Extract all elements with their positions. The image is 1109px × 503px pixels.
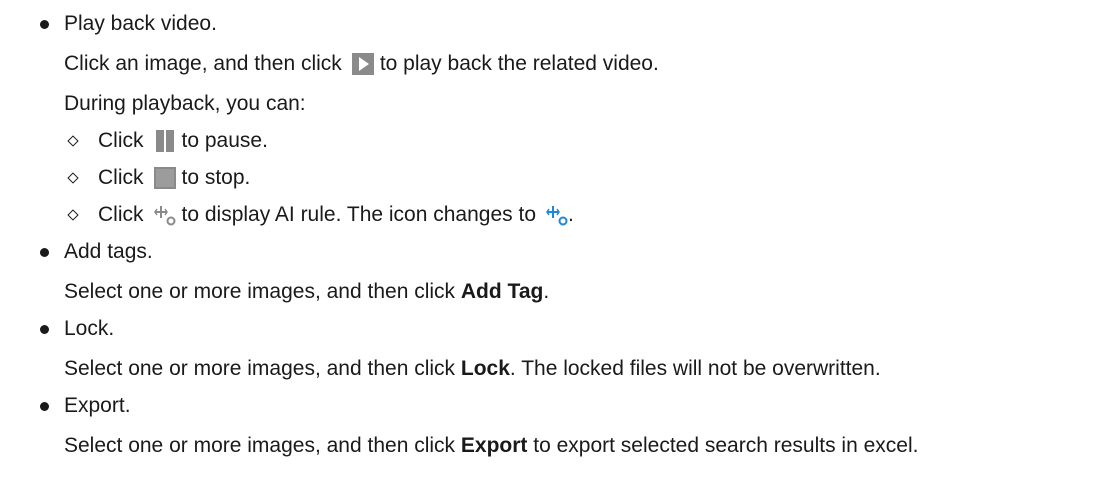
tags-bold: Add Tag <box>460 280 544 303</box>
diamond-bullet <box>67 135 79 147</box>
sub-item-stop: Click to stop. <box>98 163 250 193</box>
item-tags-title: Add tags. <box>64 237 153 267</box>
pause-icon <box>154 130 176 152</box>
item-lock-title: Lock. <box>64 314 114 344</box>
bullet <box>40 20 49 29</box>
play-desc-before: Click an image, and then click <box>64 52 342 75</box>
tags-title: Add tags. <box>64 240 153 263</box>
item-play-title: Play back video. <box>64 9 217 39</box>
sub-ai-end: . <box>568 203 574 226</box>
lock-desc-after: . The locked files will not be overwritt… <box>509 357 881 380</box>
document-page: Play back video. Click an image, and the… <box>0 0 1109 503</box>
item-play-during: During playback, you can: <box>64 89 306 119</box>
bullet <box>40 402 49 411</box>
sub-item-ai-rule: Click to display AI rule. The icon chang… <box>98 200 574 230</box>
sub-item-pause: Click to pause. <box>98 126 268 156</box>
item-play-desc: Click an image, and then click to play b… <box>64 49 659 79</box>
play-desc-after: to play back the related video. <box>379 52 659 75</box>
item-tags-desc: Select one or more images, and then clic… <box>64 277 549 307</box>
bullet <box>40 325 49 334</box>
ai-rule-active-icon <box>546 204 568 226</box>
export-desc-after: to export selected search results in exc… <box>533 434 919 457</box>
play-during: During playback, you can: <box>64 92 306 115</box>
lock-desc-before: Select one or more images, and then clic… <box>64 357 456 380</box>
sub-ai-post: to display AI rule. The icon changes to <box>181 203 537 226</box>
item-export-title: Export. <box>64 391 131 421</box>
item-export-desc: Select one or more images, and then clic… <box>64 431 918 461</box>
item-lock-desc: Select one or more images, and then clic… <box>64 354 881 384</box>
diamond-bullet <box>67 172 79 184</box>
sub-stop-post: to stop. <box>181 166 251 189</box>
export-title: Export. <box>64 394 131 417</box>
ai-rule-icon <box>153 204 176 226</box>
bullet <box>40 248 49 257</box>
stop-icon <box>153 167 176 189</box>
export-bold: Export <box>460 434 528 457</box>
export-desc-before: Select one or more images, and then clic… <box>64 434 456 457</box>
sub-stop-pre: Click <box>98 166 144 189</box>
lock-title: Lock. <box>64 317 115 340</box>
diamond-bullet <box>67 209 79 221</box>
sub-ai-pre: Click <box>98 203 144 226</box>
play-icon <box>351 53 374 75</box>
play-title: Play back video. <box>64 12 217 35</box>
lock-bold: Lock <box>460 357 510 380</box>
tags-desc-after: . <box>543 280 550 303</box>
sub-pause-post: to pause. <box>181 129 268 152</box>
sub-pause-pre: Click <box>98 129 144 152</box>
tags-desc-before: Select one or more images, and then clic… <box>64 280 456 303</box>
